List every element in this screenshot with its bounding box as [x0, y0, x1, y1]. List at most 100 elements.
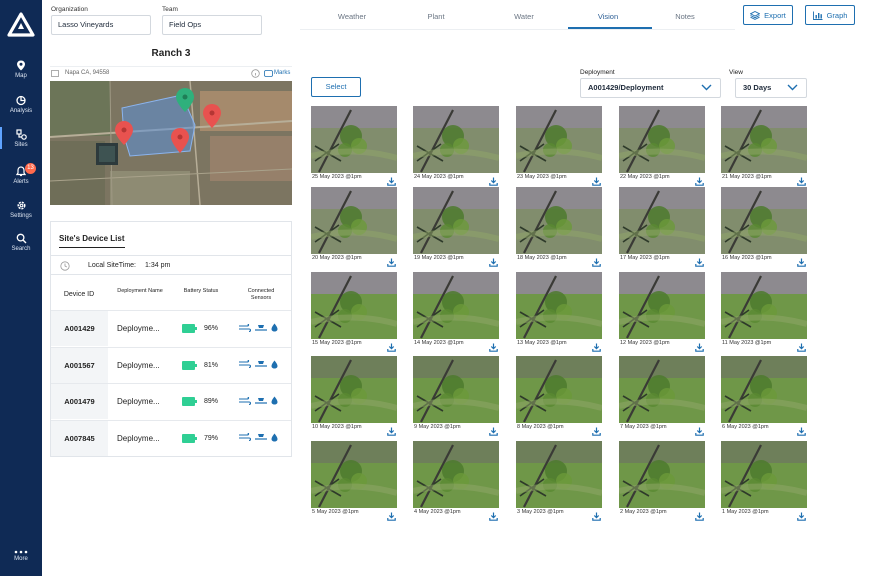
vision-thumbnail[interactable] — [619, 106, 705, 173]
vision-thumbnail[interactable] — [721, 106, 807, 173]
chevron-down-icon — [787, 84, 798, 91]
vision-thumbnail[interactable] — [516, 441, 602, 508]
deployment-name: Deployme... — [117, 397, 160, 406]
bar-chart-icon — [812, 11, 823, 20]
sidebar-item-search[interactable]: Search — [0, 233, 42, 252]
vineyard-photo — [721, 272, 807, 339]
thumbnail-caption: 4 May 2023 @1pm — [414, 509, 461, 515]
vision-thumbnail[interactable] — [721, 272, 807, 339]
app-root: Map Analysis Sites 13 Alerts Settings Se… — [0, 0, 880, 576]
sidebar-item-analysis[interactable]: Analysis — [0, 95, 42, 114]
search-icon — [16, 233, 26, 244]
wind-sensor-icon — [239, 433, 251, 441]
sidebar-item-label: Settings — [10, 213, 32, 219]
app-logo-icon[interactable] — [7, 12, 35, 38]
gear-icon — [16, 201, 26, 210]
vision-thumbnail[interactable] — [311, 187, 397, 254]
device-row[interactable]: A001567 Deployme... 81% — [51, 347, 291, 384]
download-icon[interactable] — [387, 254, 396, 272]
thumbnail-caption: 10 May 2023 @1pm — [312, 424, 362, 430]
info-icon[interactable] — [251, 69, 260, 78]
thumbnail-caption: 3 May 2023 @1pm — [517, 509, 564, 515]
thumbnail-caption: 5 May 2023 @1pm — [312, 509, 359, 515]
view-dropdown[interactable]: 30 Days — [735, 78, 807, 98]
sidebar-item-alerts[interactable]: 13 Alerts — [0, 163, 42, 185]
thumbnail-caption: 14 May 2023 @1pm — [414, 340, 464, 346]
download-icon[interactable] — [387, 508, 396, 526]
local-time-label: Local SiteTime: — [88, 262, 136, 269]
battery-percent: 96% — [204, 325, 219, 332]
download-icon[interactable] — [695, 508, 704, 526]
device-list-panel: Site's Device List Local SiteTime: 1:34 … — [50, 221, 292, 457]
vision-thumbnail[interactable] — [619, 187, 705, 254]
graph-button[interactable]: Graph — [805, 5, 855, 25]
deployment-name: Deployme... — [117, 360, 160, 370]
vision-thumbnail[interactable] — [516, 272, 602, 339]
download-icon[interactable] — [592, 254, 601, 272]
download-icon[interactable] — [489, 423, 498, 441]
vision-thumbnail[interactable] — [516, 356, 602, 423]
tab-vision[interactable]: Vision — [578, 12, 638, 21]
column-header-device-id: Device ID — [63, 291, 95, 298]
sidebar-item-map[interactable]: Map — [0, 60, 42, 79]
thumbnail-caption: 11 May 2023 @1pm — [722, 340, 772, 346]
vision-thumbnail[interactable] — [311, 106, 397, 173]
download-icon[interactable] — [387, 339, 396, 357]
map-pin-icon — [17, 60, 25, 71]
tab-notes[interactable]: Notes — [655, 12, 715, 21]
device-row[interactable]: A001479 Deployme... 89% — [51, 384, 291, 420]
tab-plant[interactable]: Plant — [406, 12, 466, 21]
download-icon[interactable] — [797, 423, 806, 441]
sidebar-item-settings[interactable]: Settings — [0, 200, 42, 219]
vision-thumbnail[interactable] — [721, 187, 807, 254]
export-button[interactable]: Export — [743, 5, 793, 25]
deployment-dropdown[interactable]: A001429/Deployment — [580, 78, 721, 98]
tab-weather[interactable]: Weather — [322, 12, 382, 21]
vision-thumbnail[interactable] — [721, 356, 807, 423]
vision-thumbnail[interactable] — [413, 272, 499, 339]
download-icon[interactable] — [695, 339, 704, 357]
download-icon[interactable] — [592, 423, 601, 441]
download-icon[interactable] — [695, 423, 704, 441]
vineyard-photo — [721, 356, 807, 423]
vision-thumbnail[interactable] — [413, 106, 499, 173]
download-icon[interactable] — [797, 339, 806, 357]
device-row[interactable]: A007845 Deployme... 79% — [51, 420, 291, 457]
organization-select[interactable]: Lasso Vineyards — [51, 15, 151, 35]
marks-toggle[interactable]: Marks — [274, 70, 290, 76]
download-icon[interactable] — [489, 339, 498, 357]
sidebar-item-more[interactable]: More — [0, 550, 42, 562]
download-icon[interactable] — [592, 508, 601, 526]
vision-thumbnail[interactable] — [516, 187, 602, 254]
download-icon[interactable] — [797, 254, 806, 272]
vineyard-photo — [619, 187, 705, 254]
vision-thumbnail[interactable] — [619, 356, 705, 423]
vision-thumbnail[interactable] — [311, 441, 397, 508]
select-button[interactable]: Select — [311, 77, 361, 97]
download-icon[interactable] — [489, 254, 498, 272]
vision-thumbnail[interactable] — [619, 272, 705, 339]
tab-water[interactable]: Water — [494, 12, 554, 21]
vision-thumbnail[interactable] — [311, 356, 397, 423]
download-icon[interactable] — [797, 508, 806, 526]
download-icon[interactable] — [592, 339, 601, 357]
vision-thumbnail[interactable] — [413, 187, 499, 254]
vision-thumbnail[interactable] — [413, 356, 499, 423]
local-time-value: 1:34 pm — [145, 262, 171, 269]
vision-thumbnail[interactable] — [721, 441, 807, 508]
download-icon[interactable] — [489, 508, 498, 526]
vision-thumbnail[interactable] — [413, 441, 499, 508]
device-row[interactable]: A001429 Deployme... 96% — [51, 311, 291, 347]
download-icon[interactable] — [695, 254, 704, 272]
sidebar-item-sites[interactable]: Sites — [0, 127, 42, 149]
connected-sensors — [239, 323, 278, 332]
download-icon[interactable] — [387, 423, 396, 441]
vision-thumbnail[interactable] — [311, 272, 397, 339]
thumbnail-caption: 13 May 2023 @1pm — [517, 340, 567, 346]
team-select[interactable]: Field Ops — [162, 15, 262, 35]
vineyard-photo — [413, 187, 499, 254]
vision-thumbnail[interactable] — [619, 441, 705, 508]
ranch-map[interactable] — [50, 81, 292, 205]
vineyard-photo — [619, 106, 705, 173]
vision-thumbnail[interactable] — [516, 106, 602, 173]
